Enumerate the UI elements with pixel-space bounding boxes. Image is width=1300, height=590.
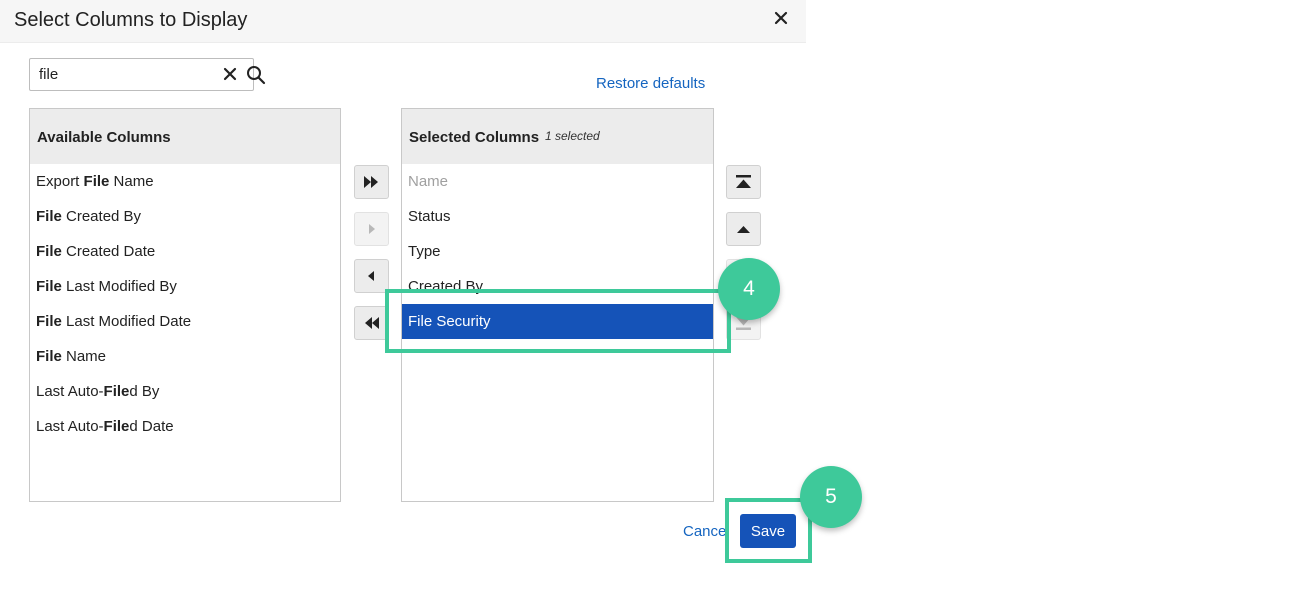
move-up-button[interactable] bbox=[726, 212, 761, 246]
callout-highlight-file-security bbox=[385, 289, 731, 353]
move-right-button[interactable] bbox=[354, 212, 389, 246]
move-left-button[interactable] bbox=[354, 259, 389, 293]
cancel-button[interactable]: Cancel bbox=[683, 523, 730, 540]
callout-highlight-save bbox=[725, 498, 812, 563]
available-column-item[interactable]: File Created Date bbox=[30, 234, 340, 269]
available-column-item[interactable]: File Name bbox=[30, 339, 340, 374]
available-columns-list: Export File Name File Created By File Cr… bbox=[30, 164, 340, 444]
selected-column-item-type[interactable]: Type bbox=[402, 234, 713, 269]
available-column-item[interactable]: Last Auto-Filed Date bbox=[30, 409, 340, 444]
step-4-badge: 4 bbox=[718, 258, 780, 320]
available-column-item[interactable]: File Last Modified By bbox=[30, 269, 340, 304]
available-columns-header: Available Columns bbox=[30, 109, 340, 164]
available-columns-heading: Available Columns bbox=[37, 129, 171, 146]
available-columns-panel: Available Columns Export File Name File … bbox=[29, 108, 341, 502]
available-column-item[interactable]: File Created By bbox=[30, 199, 340, 234]
move-to-top-icon bbox=[736, 175, 751, 188]
move-left-icon bbox=[368, 271, 374, 281]
available-column-item[interactable]: File Last Modified Date bbox=[30, 304, 340, 339]
move-all-left-button[interactable] bbox=[354, 306, 389, 340]
move-right-icon bbox=[369, 224, 375, 234]
dialog-title: Select Columns to Display bbox=[14, 9, 248, 31]
column-search-box bbox=[29, 58, 266, 91]
selected-columns-heading: Selected Columns bbox=[409, 129, 540, 146]
clear-icon[interactable] bbox=[223, 67, 238, 82]
restore-defaults-link[interactable]: Restore defaults bbox=[596, 75, 705, 92]
move-all-right-button[interactable] bbox=[354, 165, 389, 199]
search-icon[interactable] bbox=[246, 65, 266, 85]
dialog-titlebar: Select Columns to Display bbox=[0, 0, 806, 43]
close-icon[interactable] bbox=[772, 9, 792, 29]
move-all-right-icon bbox=[364, 176, 378, 188]
selected-columns-header: Selected Columns 1 selected bbox=[402, 109, 713, 164]
column-search-input[interactable] bbox=[39, 64, 189, 84]
move-to-top-button[interactable] bbox=[726, 165, 761, 199]
selected-column-item-status[interactable]: Status bbox=[402, 199, 713, 234]
selected-count: 1 selected bbox=[545, 129, 600, 143]
move-up-icon bbox=[737, 226, 750, 233]
selected-column-item-name: Name bbox=[408, 173, 449, 190]
available-column-item[interactable]: Export File Name bbox=[30, 164, 340, 199]
move-all-left-icon bbox=[365, 317, 379, 329]
step-5-badge: 5 bbox=[800, 466, 862, 528]
available-column-item[interactable]: Last Auto-Filed By bbox=[30, 374, 340, 409]
